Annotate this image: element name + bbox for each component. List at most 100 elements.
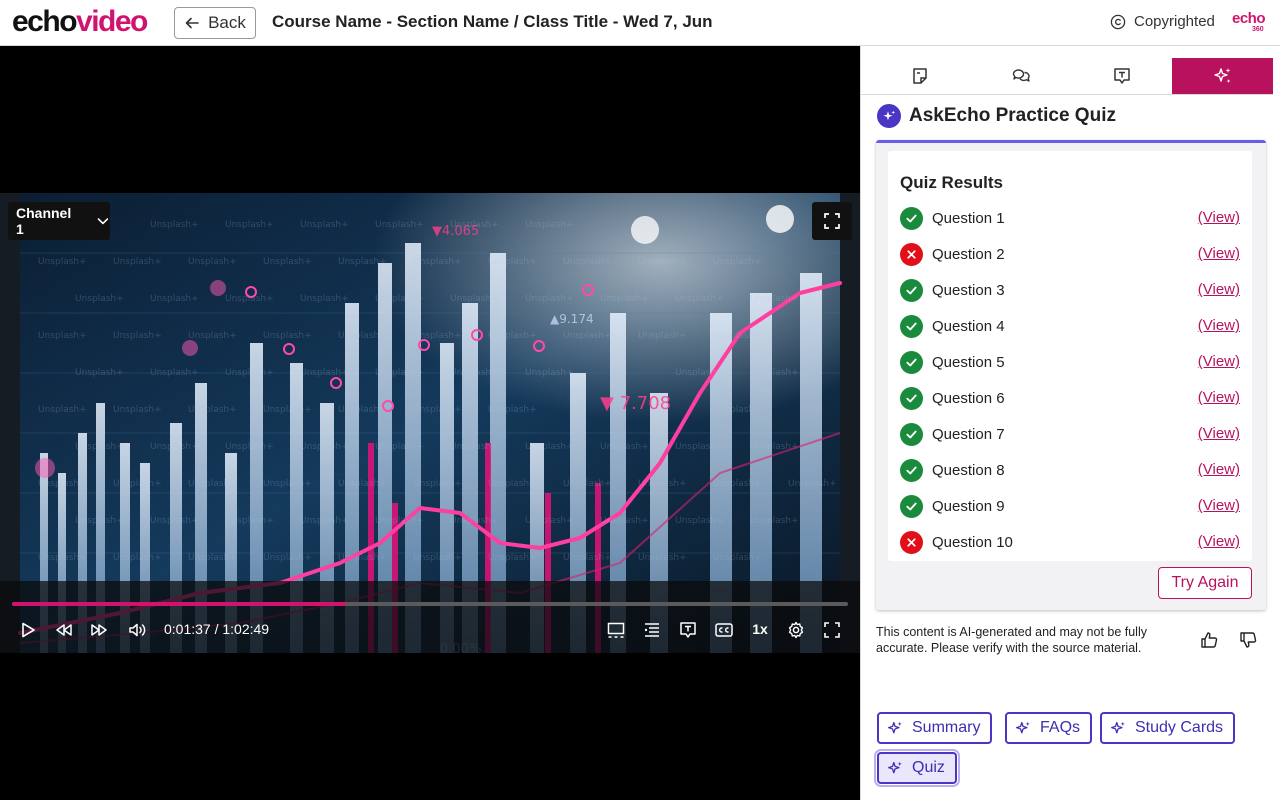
echovideo-logo[interactable]: echovideo (12, 6, 148, 38)
svg-text:Unsplash+: Unsplash+ (450, 294, 499, 304)
faqs-button[interactable]: FAQs (1005, 712, 1093, 744)
svg-text:Unsplash+: Unsplash+ (750, 442, 799, 452)
svg-text:Unsplash+: Unsplash+ (300, 516, 349, 526)
svg-text:Unsplash+: Unsplash+ (150, 368, 199, 378)
back-button[interactable]: Back (174, 7, 256, 39)
view-question-link[interactable]: (View) (1198, 245, 1240, 262)
result-icon (900, 530, 923, 554)
thumbs-up-button[interactable] (1197, 628, 1221, 652)
expand-icon (824, 213, 840, 229)
svg-text:Unsplash+: Unsplash+ (150, 516, 199, 526)
svg-text:Unsplash+: Unsplash+ (600, 442, 649, 452)
result-icon (900, 314, 923, 338)
channel-fullscreen-button[interactable] (812, 202, 852, 240)
svg-text:Unsplash+: Unsplash+ (750, 516, 799, 526)
thumbs-down-icon (1240, 632, 1257, 648)
transcript-icon (1113, 68, 1130, 84)
svg-text:Unsplash+: Unsplash+ (263, 405, 312, 415)
askecho-badge (877, 104, 901, 128)
layout-button[interactable] (604, 618, 628, 642)
view-question-link[interactable]: (View) (1198, 281, 1240, 298)
play-button[interactable] (16, 618, 40, 642)
video-player[interactable]: ▼4.065 ▼ 7.708 ▲9.174 Unsplash+ Unsplash+… (0, 46, 860, 800)
result-icon (900, 242, 923, 266)
svg-text:Unsplash+: Unsplash+ (638, 331, 687, 341)
channel-label: Channel 1 (16, 205, 72, 237)
question-list: Question 1 (View) Question 2 (View) Questi… (900, 200, 1240, 560)
view-question-link[interactable]: (View) (1198, 317, 1240, 334)
question-label: Question 9 (932, 497, 1005, 515)
svg-text:Unsplash+: Unsplash+ (188, 553, 237, 563)
view-question-link[interactable]: (View) (1198, 533, 1240, 550)
player-controls: 0:01:37 / 1:02:49 1x (0, 581, 860, 653)
playback-time: 0:01:37 / 1:02:49 (164, 621, 270, 637)
rewind-button[interactable] (52, 618, 76, 642)
thumbs-down-button[interactable] (1236, 628, 1260, 652)
view-question-link[interactable]: (View) (1198, 209, 1240, 226)
svg-text:Unsplash+: Unsplash+ (675, 294, 724, 304)
study-cards-button[interactable]: Study Cards (1100, 712, 1236, 744)
volume-button[interactable] (125, 618, 149, 642)
panel-tabs (861, 58, 1273, 95)
svg-text:Unsplash+: Unsplash+ (225, 294, 274, 304)
quiz-results-title: Quiz Results (900, 173, 1003, 192)
x-mark-icon (907, 537, 916, 547)
svg-text:Unsplash+: Unsplash+ (713, 553, 762, 563)
view-question-link[interactable]: (View) (1198, 389, 1240, 406)
svg-text:Unsplash+: Unsplash+ (300, 442, 349, 452)
tab-transcript[interactable] (1071, 58, 1172, 94)
play-icon (22, 622, 35, 638)
view-question-link[interactable]: (View) (1198, 425, 1240, 442)
seek-bar[interactable] (12, 602, 848, 606)
question-row: Question 9 (View) (900, 488, 1240, 524)
svg-text:Unsplash+: Unsplash+ (413, 331, 462, 341)
tab-discussion[interactable] (970, 58, 1071, 94)
svg-text:Unsplash+: Unsplash+ (413, 405, 462, 415)
chapters-button[interactable] (640, 618, 664, 642)
svg-text:Unsplash+: Unsplash+ (563, 479, 612, 489)
svg-text:Unsplash+: Unsplash+ (488, 479, 537, 489)
question-row: Question 5 (View) (900, 344, 1240, 380)
svg-text:Unsplash+: Unsplash+ (75, 294, 124, 304)
svg-text:Unsplash+: Unsplash+ (638, 479, 687, 489)
checkmark-icon (906, 214, 917, 222)
fast-forward-button[interactable] (87, 618, 111, 642)
svg-text:Unsplash+: Unsplash+ (188, 331, 237, 341)
view-question-link[interactable]: (View) (1198, 497, 1240, 514)
svg-text:Unsplash+: Unsplash+ (150, 220, 199, 230)
tab-notes[interactable] (869, 58, 970, 94)
transcript-button[interactable] (676, 618, 700, 642)
view-question-link[interactable]: (View) (1198, 353, 1240, 370)
captions-button[interactable] (712, 618, 736, 642)
panel-title: AskEcho Practice Quiz (909, 105, 1116, 126)
quiz-button-label: Quiz (912, 759, 945, 776)
svg-text:Unsplash+: Unsplash+ (38, 331, 87, 341)
svg-text:▼ 7.708: ▼ 7.708 (600, 393, 671, 414)
result-icon (900, 350, 923, 374)
faqs-button-label: FAQs (1040, 719, 1081, 736)
tab-askecho[interactable] (1172, 58, 1273, 94)
discussion-icon (1012, 69, 1030, 82)
try-again-button[interactable]: Try Again (1158, 567, 1252, 599)
channel-selector[interactable]: Channel 1 (8, 202, 110, 240)
settings-button[interactable] (784, 618, 808, 642)
checkmark-icon (906, 394, 917, 402)
checkmark-icon (906, 322, 917, 330)
seek-bar-progress (12, 602, 347, 606)
quiz-results-content: Quiz Results Question 1 (View) Question 2… (888, 151, 1252, 561)
result-icon (900, 278, 923, 302)
svg-text:Unsplash+: Unsplash+ (488, 405, 537, 415)
study-cards-button-label: Study Cards (1135, 719, 1224, 736)
svg-text:Unsplash+: Unsplash+ (563, 331, 612, 341)
svg-text:Unsplash+: Unsplash+ (225, 220, 274, 230)
checkmark-icon (906, 358, 917, 366)
playback-speed-button[interactable]: 1x (746, 621, 774, 637)
quiz-button[interactable]: Quiz (874, 749, 960, 787)
svg-text:Unsplash+: Unsplash+ (338, 553, 387, 563)
ai-sparkle-icon (1111, 721, 1125, 733)
summary-button[interactable]: Summary (877, 712, 993, 744)
svg-text:Unsplash+: Unsplash+ (750, 368, 799, 378)
svg-text:Unsplash+: Unsplash+ (750, 294, 799, 304)
fullscreen-button[interactable] (820, 618, 844, 642)
view-question-link[interactable]: (View) (1198, 461, 1240, 478)
